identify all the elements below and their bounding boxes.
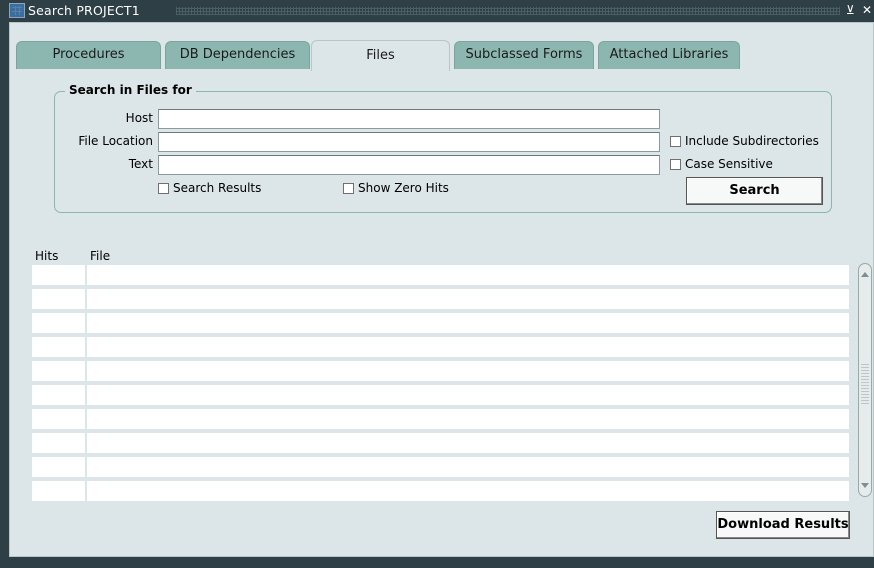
table-row[interactable]	[32, 361, 849, 381]
table-row[interactable]	[32, 409, 849, 429]
show-zero-hits-label: Show Zero Hits	[358, 181, 449, 195]
host-input[interactable]	[158, 109, 660, 129]
hits-cell[interactable]	[32, 409, 85, 429]
hits-cell[interactable]	[32, 289, 85, 309]
group-title: Search in Files for	[65, 83, 196, 97]
minimize-icon[interactable]: ⊻	[846, 3, 855, 17]
search-results-label: Search Results	[173, 181, 262, 195]
table-row[interactable]	[32, 265, 849, 285]
tab-procedures[interactable]: Procedures	[16, 41, 161, 69]
search-button[interactable]: Search	[686, 177, 823, 205]
hits-cell[interactable]	[32, 361, 85, 381]
table-row[interactable]	[32, 313, 849, 333]
file-column-header: File	[90, 249, 111, 263]
hits-column-header: Hits	[35, 249, 59, 263]
file-cell[interactable]	[87, 385, 849, 405]
table-row[interactable]	[32, 457, 849, 477]
search-results-checkbox[interactable]	[158, 183, 169, 194]
case-sensitive-checkbox[interactable]	[670, 159, 681, 170]
table-row[interactable]	[32, 289, 849, 309]
scroll-thumb[interactable]	[861, 364, 869, 404]
download-results-button[interactable]: Download Results	[716, 511, 850, 539]
file-cell[interactable]	[87, 457, 849, 477]
show-zero-hits-checkbox[interactable]	[343, 183, 354, 194]
hits-cell[interactable]	[32, 313, 85, 333]
hits-cell[interactable]	[32, 385, 85, 405]
hits-cell[interactable]	[32, 433, 85, 453]
form-grid-icon	[9, 3, 25, 18]
table-row[interactable]	[32, 433, 849, 453]
tab-subclassed-forms[interactable]: Subclassed Forms	[454, 41, 594, 69]
text-label: Text	[128, 157, 153, 171]
hits-cell[interactable]	[32, 481, 85, 501]
files-tab-content: Search in Files for Host File Location T…	[10, 69, 873, 556]
window-title: Search PROJECT1	[28, 3, 140, 18]
include-subdirectories-label: Include Subdirectories	[685, 134, 819, 148]
include-subdirectories-checkbox[interactable]	[670, 136, 681, 147]
case-sensitive-label: Case Sensitive	[685, 157, 773, 171]
scroll-down-icon[interactable]	[861, 483, 869, 488]
titlebar-drag-area[interactable]	[176, 7, 840, 15]
file-cell[interactable]	[87, 289, 849, 309]
file-cell[interactable]	[87, 313, 849, 333]
hits-cell[interactable]	[32, 337, 85, 357]
hits-cell[interactable]	[32, 265, 85, 285]
file-cell[interactable]	[87, 337, 849, 357]
tab-files[interactable]: Files	[311, 40, 450, 71]
hits-cell[interactable]	[32, 457, 85, 477]
window-titlebar[interactable]: Search PROJECT1 ⊻ ✕	[0, 0, 874, 22]
search-in-files-group: Search in Files for Host File Location T…	[54, 83, 832, 213]
close-icon[interactable]: ✕	[862, 3, 872, 17]
file-cell[interactable]	[87, 265, 849, 285]
search-panel: Procedures DB Dependencies Files Subclas…	[9, 22, 874, 557]
text-input[interactable]	[158, 155, 660, 175]
file-location-label: File Location	[78, 134, 153, 148]
tab-db-dependencies[interactable]: DB Dependencies	[165, 41, 310, 69]
vertical-scrollbar[interactable]	[858, 263, 872, 497]
file-location-input[interactable]	[158, 132, 660, 152]
file-cell[interactable]	[87, 409, 849, 429]
table-row[interactable]	[32, 481, 849, 501]
file-cell[interactable]	[87, 433, 849, 453]
tab-strip: Procedures DB Dependencies Files Subclas…	[10, 23, 873, 71]
table-row[interactable]	[32, 385, 849, 405]
file-cell[interactable]	[87, 481, 849, 501]
table-row[interactable]	[32, 337, 849, 357]
host-label: Host	[125, 111, 153, 125]
file-cell[interactable]	[87, 361, 849, 381]
tab-attached-libraries[interactable]: Attached Libraries	[598, 41, 740, 69]
scroll-up-icon[interactable]	[861, 272, 869, 277]
